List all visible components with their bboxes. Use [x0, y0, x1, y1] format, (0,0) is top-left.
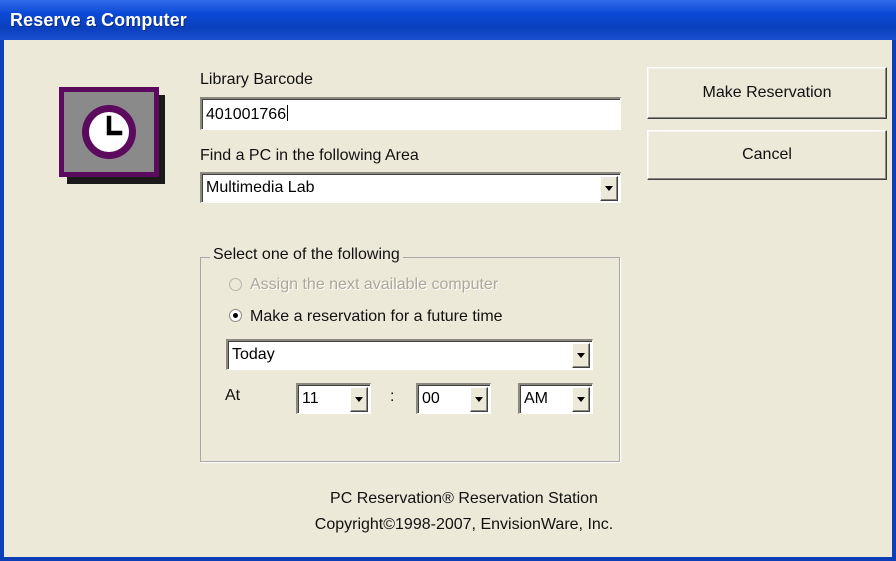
hour-value: 11 — [302, 390, 319, 407]
area-dropdown-button[interactable] — [600, 176, 618, 201]
barcode-label: Library Barcode — [200, 71, 313, 88]
minute-dropdown[interactable]: 00 — [416, 383, 491, 414]
radio-selected-dot — [233, 313, 238, 318]
barcode-input[interactable]: 401001766 — [200, 97, 621, 130]
options-group-label: Select one of the following — [210, 246, 403, 264]
day-dropdown[interactable]: Today — [226, 339, 593, 370]
chevron-down-icon — [577, 353, 585, 358]
chevron-down-icon — [605, 186, 613, 191]
area-dropdown[interactable]: Multimedia Lab — [200, 172, 621, 203]
title-bar[interactable]: Reserve a Computer — [0, 0, 896, 40]
cancel-button[interactable]: Cancel — [647, 130, 887, 180]
at-label: At — [225, 387, 241, 404]
chevron-down-icon — [355, 397, 363, 402]
window-title: Reserve a Computer — [10, 10, 187, 30]
day-value: Today — [232, 346, 275, 363]
dialog-window: Reserve a Computer Library Barcode 40100… — [0, 0, 896, 561]
barcode-value: 401001766 — [206, 106, 287, 123]
area-value: Multimedia Lab — [206, 179, 315, 196]
ampm-value: AM — [524, 390, 548, 407]
chevron-down-icon — [475, 397, 483, 402]
time-separator: : — [390, 388, 395, 405]
hour-dropdown-button[interactable] — [350, 387, 368, 412]
footer-product: PC Reservation® Reservation Station — [330, 490, 598, 507]
minute-dropdown-button[interactable] — [470, 387, 488, 412]
text-caret — [287, 105, 289, 121]
chevron-down-icon — [577, 397, 585, 402]
day-dropdown-button[interactable] — [572, 343, 590, 368]
assign-next-label: Assign the next available computer — [250, 276, 499, 293]
assign-next-radio[interactable] — [229, 278, 242, 291]
make-reservation-button[interactable]: Make Reservation — [647, 67, 887, 119]
minute-value: 00 — [422, 390, 440, 407]
ampm-dropdown-button[interactable] — [572, 387, 590, 412]
future-time-label: Make a reservation for a future time — [250, 308, 503, 325]
footer-copyright: Copyright©1998-2007, EnvisionWare, Inc. — [314, 516, 614, 533]
area-label: Find a PC in the following Area — [200, 147, 419, 164]
ampm-dropdown[interactable]: AM — [518, 383, 593, 414]
future-time-radio[interactable] — [229, 309, 242, 322]
hour-dropdown[interactable]: 11 — [296, 383, 371, 414]
clock-icon — [59, 87, 165, 184]
